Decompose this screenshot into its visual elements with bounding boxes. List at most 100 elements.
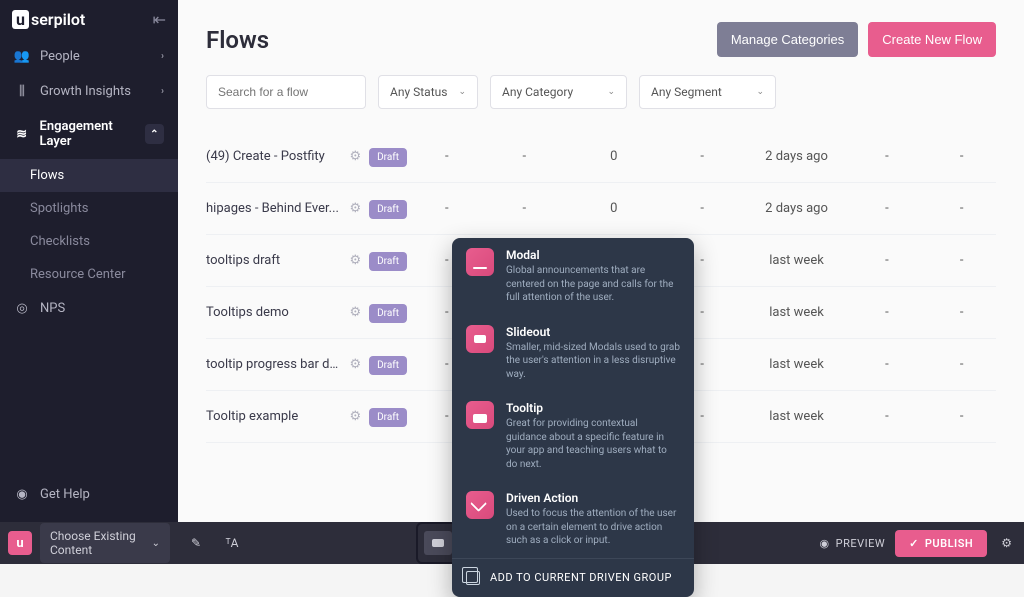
- row-settings-icon[interactable]: ⚙: [342, 149, 370, 164]
- popover-item-tooltip[interactable]: Tooltip Great for providing contextual g…: [452, 391, 694, 481]
- subnav-flows[interactable]: Flows: [0, 159, 178, 192]
- cell: last week: [746, 253, 846, 268]
- cell: 0: [570, 149, 658, 164]
- cell: -: [479, 149, 569, 164]
- row-settings-icon[interactable]: ⚙: [342, 305, 370, 320]
- flow-row[interactable]: hipages - Behind Ever... ⚙ Draft - - 0 -…: [206, 183, 996, 235]
- cell: 0: [570, 201, 658, 216]
- subnav-checklists[interactable]: Checklists: [0, 225, 178, 258]
- tooltip-icon: [466, 401, 494, 429]
- nav-people[interactable]: 👥People ›: [0, 39, 178, 74]
- gear-icon: ⚙: [1001, 536, 1012, 550]
- nav-nps[interactable]: ◎ NPS: [0, 291, 178, 326]
- subnav-resource[interactable]: Resource Center: [0, 258, 178, 291]
- nav-label: Growth Insights: [40, 84, 131, 99]
- chevron-right-icon: ›: [161, 51, 164, 62]
- cell: -: [847, 201, 928, 216]
- app-badge[interactable]: u: [8, 531, 32, 555]
- chart-icon: ⫼: [14, 84, 30, 99]
- target-icon: ◎: [14, 301, 30, 316]
- flow-row[interactable]: (49) Create - Postfity ⚙ Draft - - 0 - 2…: [206, 131, 996, 183]
- cell: -: [927, 305, 996, 320]
- nav-label: Engagement Layer: [40, 119, 145, 149]
- status-dropdown[interactable]: Any Status⌄: [378, 75, 478, 109]
- nav-help[interactable]: ◉Get Help: [0, 477, 178, 512]
- sidebar-header: userpilot ⇤: [0, 0, 178, 39]
- subnav-spotlights[interactable]: Spotlights: [0, 192, 178, 225]
- cell: -: [927, 357, 996, 372]
- add-step-popover: Modal Global announcements that are cent…: [452, 238, 694, 597]
- manage-categories-button[interactable]: Manage Categories: [717, 22, 858, 57]
- translate-tool[interactable]: ᵀA: [214, 536, 250, 550]
- row-settings-icon[interactable]: ⚙: [342, 201, 370, 216]
- cell: 2 days ago: [746, 149, 846, 164]
- popover-item-modal[interactable]: Modal Global announcements that are cent…: [452, 238, 694, 315]
- filter-row: Any Status⌄ Any Category⌄ Any Segment⌄: [206, 75, 996, 109]
- cell: 2 days ago: [746, 201, 846, 216]
- slideout-icon: [466, 325, 494, 353]
- flow-name: hipages - Behind Ever...: [206, 201, 342, 216]
- preview-button[interactable]: ◉ PREVIEW: [820, 537, 886, 550]
- help-icon: ◉: [14, 487, 30, 502]
- popover-item-slideout[interactable]: Slideout Smaller, mid-sized Modals used …: [452, 315, 694, 392]
- status-badge: Draft: [369, 356, 407, 375]
- row-settings-icon[interactable]: ⚙: [342, 409, 370, 424]
- popover-item-title: Driven Action: [506, 491, 680, 505]
- edit-tool[interactable]: ✎: [178, 536, 214, 550]
- chevron-up-icon: ⌃: [145, 124, 164, 144]
- status-badge: Draft: [369, 304, 407, 323]
- flow-name: tooltips draft: [206, 253, 342, 268]
- search-input[interactable]: [206, 75, 366, 109]
- collapse-icon[interactable]: ⇤: [153, 10, 166, 29]
- popover-item-title: Slideout: [506, 325, 680, 339]
- status-badge: Draft: [369, 148, 407, 167]
- cell: -: [847, 149, 928, 164]
- nav-label: People: [40, 49, 80, 64]
- popover-item-title: Modal: [506, 248, 680, 262]
- layers-icon: ≋: [14, 127, 30, 142]
- cell: -: [847, 357, 928, 372]
- cell: last week: [746, 305, 846, 320]
- page-header: Flows Manage Categories Create New Flow: [206, 22, 996, 57]
- cell: -: [414, 149, 479, 164]
- cell: -: [927, 149, 996, 164]
- group-icon: [466, 571, 480, 585]
- cell: -: [847, 305, 928, 320]
- cell: last week: [746, 357, 846, 372]
- row-settings-icon[interactable]: ⚙: [342, 357, 370, 372]
- nav-label: NPS: [40, 301, 65, 316]
- logo[interactable]: userpilot: [12, 10, 85, 29]
- popover-item-desc: Great for providing contextual guidance …: [506, 417, 680, 471]
- category-dropdown[interactable]: Any Category⌄: [490, 75, 627, 109]
- popover-item-desc: Smaller, mid-sized Modals used to grab t…: [506, 341, 680, 382]
- check-icon: ✓: [909, 537, 919, 550]
- row-settings-icon[interactable]: ⚙: [342, 253, 370, 268]
- cell: -: [847, 409, 928, 424]
- add-to-group-button[interactable]: ADD TO CURRENT DRIVEN GROUP: [452, 558, 694, 597]
- nav-engagement[interactable]: ≋ Engagement Layer ⌃: [0, 109, 178, 159]
- page-title: Flows: [206, 26, 269, 54]
- popover-item-driven[interactable]: Driven Action Used to focus the attentio…: [452, 481, 694, 558]
- flow-name: Tooltips demo: [206, 305, 342, 320]
- cell: -: [927, 409, 996, 424]
- nav-growth[interactable]: ⫼Growth Insights ›: [0, 74, 178, 109]
- sidebar: userpilot ⇤ 👥People › ⫼ Growth Insights ›…: [0, 0, 178, 564]
- content-selector[interactable]: Choose Existing Content ⌄: [40, 523, 170, 563]
- cell: -: [927, 201, 996, 216]
- chevron-down-icon: ⌄: [756, 87, 764, 97]
- flow-name: Tooltip example: [206, 409, 342, 424]
- segment-dropdown[interactable]: Any Segment⌄: [639, 75, 776, 109]
- cell: -: [658, 149, 746, 164]
- status-badge: Draft: [369, 252, 407, 271]
- cell: last week: [746, 409, 846, 424]
- publish-button[interactable]: ✓ PUBLISH: [895, 530, 987, 557]
- create-flow-button[interactable]: Create New Flow: [868, 22, 996, 57]
- popover-item-desc: Used to focus the attention of the user …: [506, 507, 680, 548]
- chevron-down-icon: ⌄: [458, 87, 466, 97]
- flow-name: (49) Create - Postfity: [206, 149, 342, 164]
- status-badge: Draft: [369, 408, 407, 427]
- eye-icon: ◉: [820, 537, 830, 550]
- cell: -: [658, 201, 746, 216]
- settings-button[interactable]: ⚙: [997, 536, 1016, 550]
- modal-tool[interactable]: [424, 531, 452, 555]
